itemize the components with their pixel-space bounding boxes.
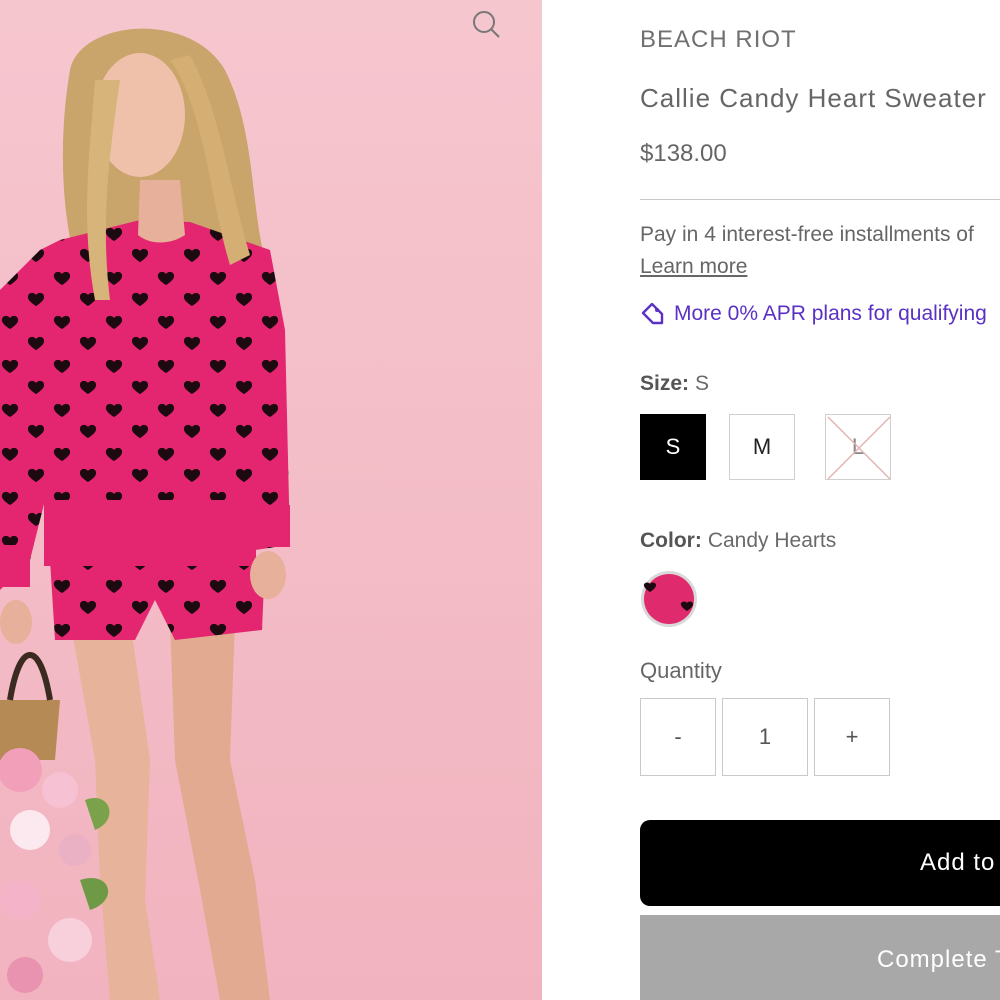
size-option-label: M xyxy=(752,434,772,459)
quantity-value: 1 xyxy=(758,724,772,749)
decrement-label: - xyxy=(674,724,682,749)
add-to-cart-button[interactable]: Add to Cart xyxy=(640,820,1000,906)
zoom-icon[interactable] xyxy=(470,8,502,40)
apr-plans-link[interactable]: More 0% APR plans for qualifying xyxy=(640,301,987,327)
add-to-cart-label: Add to Cart xyxy=(920,849,1000,876)
size-label-title: Size: xyxy=(640,372,690,395)
brand-name[interactable]: BEACH RIOT xyxy=(640,26,797,54)
size-option-l[interactable]: L xyxy=(825,414,891,480)
complete-the-look-label: Complete The Look xyxy=(877,946,1000,973)
size-option-label: S xyxy=(665,434,681,459)
color-selected: Candy Hearts xyxy=(707,529,837,552)
size-selected: S xyxy=(695,372,710,395)
tag-icon xyxy=(641,302,664,325)
quantity-input[interactable]: 1 xyxy=(722,698,808,776)
size-option-s[interactable]: S xyxy=(640,414,706,480)
product-title: Callie Candy Heart Sweater xyxy=(640,83,987,113)
quantity-increment-button[interactable]: + xyxy=(814,698,890,776)
complete-the-look-button[interactable]: Complete The Look xyxy=(640,915,1000,1000)
product-details: BEACH RIOT Callie Candy Heart Sweater $1… xyxy=(640,0,1000,1000)
installments-text: Pay in 4 interest-free installments of xyxy=(640,223,974,246)
color-swatch-candy-hearts[interactable] xyxy=(640,570,698,628)
apr-text: More 0% APR plans for qualifying xyxy=(674,302,987,325)
product-image[interactable] xyxy=(0,0,542,1000)
learn-more-link[interactable]: Learn more xyxy=(640,255,747,279)
model-illustration xyxy=(0,28,290,1000)
unavailable-cross-icon xyxy=(827,416,890,479)
quantity-decrement-button[interactable]: - xyxy=(640,698,716,776)
product-price: $138.00 xyxy=(640,140,727,167)
color-label-title: Color: xyxy=(640,529,702,552)
color-label: Color: Candy Hearts xyxy=(640,529,836,553)
size-option-m[interactable]: M xyxy=(729,414,795,480)
size-label: Size: S xyxy=(640,372,709,396)
quantity-label: Quantity xyxy=(640,658,722,683)
increment-label: + xyxy=(845,724,859,749)
divider xyxy=(640,199,1000,200)
